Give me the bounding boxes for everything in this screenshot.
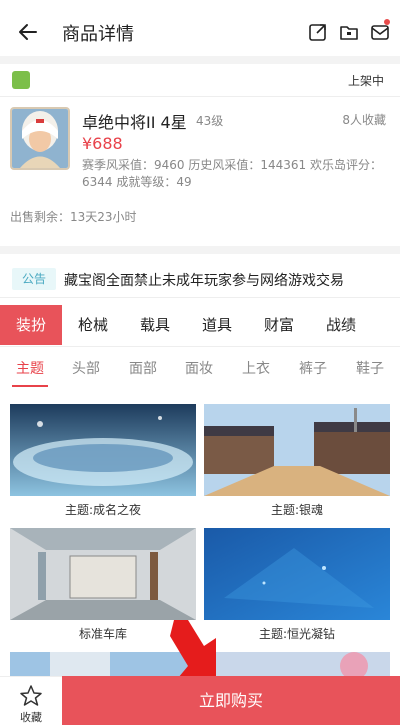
subtab-head[interactable]: 头部 bbox=[72, 358, 100, 378]
listing-status: 上架中 bbox=[347, 74, 384, 88]
theme-caption: 主题:成名之夜 bbox=[64, 503, 142, 517]
notification-dot bbox=[384, 19, 390, 25]
favorite-count: 8人收藏 bbox=[342, 113, 386, 127]
subtab-theme[interactable]: 主题 bbox=[16, 358, 44, 378]
tab-outfit[interactable]: 装扮 bbox=[0, 305, 62, 345]
theme-thumbnail[interactable] bbox=[204, 404, 390, 496]
favorite-label: 收藏 bbox=[20, 711, 42, 724]
top-bar: 商品详情 bbox=[0, 0, 400, 64]
divider bbox=[0, 297, 400, 298]
item-stats: 赛季风采值：9460 历史风采值：144361 欢乐岛评分：6344 成就等级：… bbox=[82, 158, 382, 189]
message-icon[interactable] bbox=[370, 22, 390, 42]
favorite-button[interactable]: 收藏 bbox=[0, 676, 62, 725]
tab-vehicles[interactable]: 载具 bbox=[124, 305, 186, 345]
back-arrow-icon[interactable] bbox=[16, 20, 40, 44]
star-icon bbox=[20, 685, 42, 706]
theme-thumbnail[interactable] bbox=[204, 652, 390, 676]
item-price: ¥688 bbox=[82, 134, 123, 153]
share-icon[interactable] bbox=[308, 22, 328, 42]
page-title: 商品详情 bbox=[62, 24, 134, 45]
subtab-makeup[interactable]: 面妆 bbox=[185, 358, 213, 378]
tab-props[interactable]: 道具 bbox=[186, 305, 248, 345]
theme-thumbnail[interactable] bbox=[10, 528, 196, 620]
active-tab-indicator bbox=[12, 385, 48, 387]
tab-firearms[interactable]: 枪械 bbox=[62, 305, 124, 345]
subtab-shoes[interactable]: 鞋子 bbox=[356, 358, 384, 378]
section-divider bbox=[0, 56, 400, 64]
theme-thumbnail[interactable] bbox=[204, 528, 390, 620]
theme-caption: 主题:恒光凝钻 bbox=[258, 627, 336, 641]
subtab-top[interactable]: 上衣 bbox=[242, 358, 270, 378]
tab-record[interactable]: 战绩 bbox=[310, 305, 372, 345]
android-icon bbox=[12, 71, 30, 89]
theme-thumbnail[interactable] bbox=[10, 404, 196, 496]
buy-now-button[interactable]: 立即购买 bbox=[62, 676, 400, 725]
theme-caption: 主题:银魂 bbox=[270, 503, 324, 517]
sale-remaining: 出售剩余：13天23小时 bbox=[10, 210, 137, 224]
character-avatar[interactable] bbox=[10, 107, 70, 170]
subtab-pants[interactable]: 裤子 bbox=[299, 358, 327, 378]
folder-icon[interactable] bbox=[339, 22, 359, 42]
divider bbox=[0, 96, 400, 97]
item-name: 卓绝中将II 4星 bbox=[82, 113, 187, 132]
notice-text: 藏宝阁全面禁止未成年玩家参与网络游戏交易 bbox=[64, 273, 344, 289]
tab-wealth[interactable]: 财富 bbox=[248, 305, 310, 345]
divider bbox=[0, 346, 400, 347]
notice-tag: 公告 bbox=[12, 268, 56, 290]
subtab-face[interactable]: 面部 bbox=[129, 358, 157, 378]
pointer-arrow-icon bbox=[170, 620, 216, 678]
section-divider bbox=[0, 246, 400, 254]
item-level: 43级 bbox=[196, 114, 224, 128]
